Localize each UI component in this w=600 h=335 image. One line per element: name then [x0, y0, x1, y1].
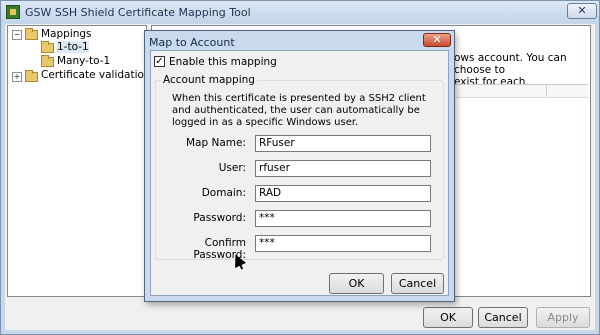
user-field[interactable]: rfuser — [255, 160, 431, 177]
panel-description: ows account. You can choose to exist for… — [454, 52, 567, 88]
confirm-password-field[interactable]: *** — [255, 235, 431, 252]
mapping-info-text: When this certificate is presented by a … — [172, 93, 426, 128]
domain-field[interactable]: RAD — [255, 185, 431, 202]
tree-item-mappings[interactable]: Mappings — [41, 28, 92, 40]
map-name-label: Map Name: — [185, 137, 246, 149]
tree-item-certificate-validation[interactable]: Certificate validation — [41, 69, 151, 81]
apply-button[interactable]: Apply — [536, 307, 590, 328]
enable-mapping-label[interactable]: Enable this mapping — [169, 56, 277, 68]
mappings-list[interactable] — [454, 84, 588, 295]
password-label: Password: — [193, 212, 246, 224]
mappings-tree: − Mappings 1-to-1 Many-to-1 + Certificat… — [7, 25, 151, 297]
password-field[interactable]: *** — [255, 210, 431, 227]
dialog-body: ✓ Enable this mapping Account mapping Wh… — [150, 50, 449, 296]
group-label: Account mapping — [161, 74, 257, 86]
dialog-close-button[interactable]: ✕ — [423, 33, 451, 47]
cancel-button[interactable]: Cancel — [478, 307, 528, 328]
ok-button[interactable]: OK — [423, 307, 473, 328]
tree-item-1-to-1[interactable]: 1-to-1 — [57, 41, 89, 53]
account-mapping-group: Account mapping When this certificate is… — [155, 74, 444, 261]
collapse-icon[interactable]: − — [12, 30, 22, 40]
map-to-account-dialog: Map to Account ✕ ✓ Enable this mapping A… — [144, 30, 455, 302]
list-header — [454, 85, 588, 98]
expand-icon[interactable]: + — [12, 72, 22, 82]
dialog-cancel-button[interactable]: Cancel — [391, 273, 444, 294]
tree-item-many-to-1[interactable]: Many-to-1 — [57, 55, 110, 67]
window-close-button[interactable]: ✕ — [567, 3, 597, 19]
map-name-field[interactable]: RFuser — [255, 135, 431, 152]
folder-icon — [41, 41, 54, 53]
dialog-ok-button[interactable]: OK — [329, 273, 384, 294]
window-titlebar: GSW SSH Shield Certificate Mapping Tool … — [1, 1, 599, 23]
dialog-title: Map to Account — [149, 36, 235, 49]
domain-label: Domain: — [201, 187, 246, 199]
user-label: User: — [218, 162, 246, 174]
enable-mapping-checkbox[interactable]: ✓ — [154, 56, 165, 67]
folder-icon — [25, 28, 38, 40]
app-icon — [6, 5, 20, 19]
window-title: GSW SSH Shield Certificate Mapping Tool — [25, 6, 251, 19]
folder-icon — [41, 55, 54, 67]
folder-icon — [25, 70, 38, 82]
